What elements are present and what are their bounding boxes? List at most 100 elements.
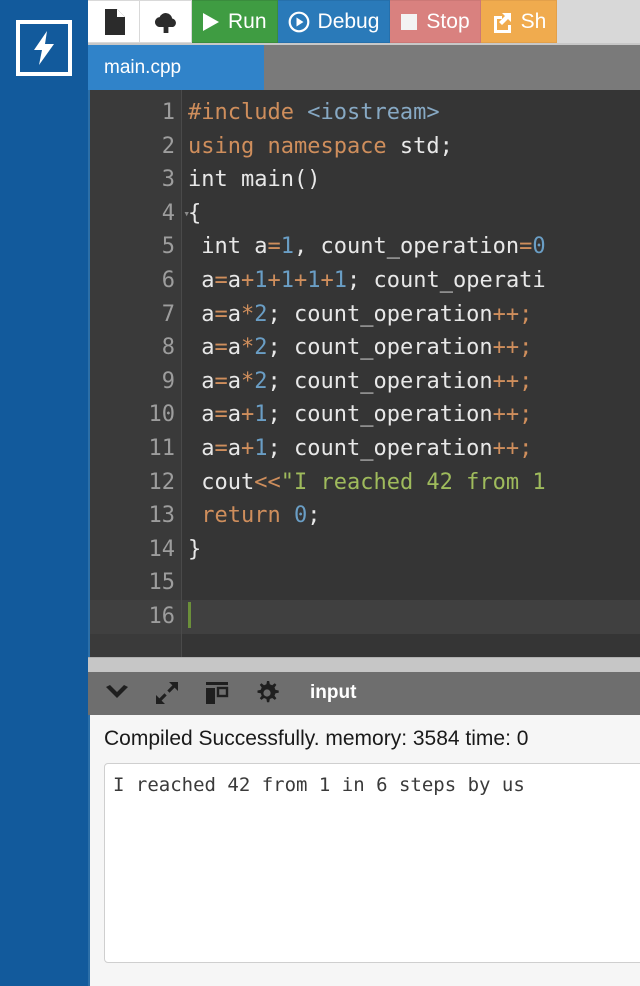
code-token: 0 — [293, 503, 308, 529]
code-token: "I reached 42 from 1 — [280, 469, 546, 495]
play-icon — [202, 12, 220, 32]
code-line: return 0; — [182, 499, 640, 533]
code-line: a=a*2; count_operation++; — [182, 298, 640, 332]
code-line: } — [182, 533, 640, 567]
code-token: 1 — [280, 267, 294, 293]
left-sidebar — [0, 0, 88, 986]
code-token: + — [241, 402, 255, 428]
onlinegdb-ide-window: Run Debug Stop Sh main.cpp 1 2 3 4 ▾ 5 6… — [0, 0, 640, 986]
code-token: = — [214, 301, 228, 327]
code-token: 1 — [333, 267, 347, 293]
code-line: a=a*2; count_operation++; — [182, 365, 640, 399]
code-line: a=a+1; count_operation++; — [182, 432, 640, 466]
stop-button[interactable]: Stop — [390, 0, 481, 43]
console-toolbar: input — [88, 671, 640, 715]
line-number-gutter: 1 2 3 4 ▾ 5 6 7 8 9 10 11 12 13 14 15 16 — [90, 90, 190, 657]
code-line: using namespace std; — [182, 130, 640, 164]
code-token: 1 — [254, 402, 268, 428]
line-number: 10 — [148, 402, 176, 428]
code-line: #include <iostream> — [182, 96, 640, 130]
code-line: a=a+1; count_operation++; — [182, 398, 640, 432]
code-token: ; count_operation — [267, 402, 493, 428]
code-token: a — [227, 435, 241, 461]
console-settings-button[interactable] — [242, 672, 292, 715]
code-token: return — [188, 503, 294, 529]
code-line: int a=1, count_operation=0 — [182, 230, 640, 264]
code-token: ; count_operation — [267, 435, 493, 461]
app-logo[interactable] — [16, 20, 72, 76]
code-token: a — [188, 267, 215, 293]
code-token: a — [188, 301, 215, 327]
code-token: + — [241, 435, 255, 461]
console-collapse-button[interactable] — [92, 672, 142, 715]
code-token: a — [188, 368, 215, 394]
code-token: ++; — [492, 335, 533, 361]
top-toolbar: Run Debug Stop Sh — [88, 0, 640, 43]
debug-button-label: Debug — [317, 10, 380, 33]
code-token: #include — [188, 100, 308, 125]
code-line: a=a*2; count_operation++; — [182, 331, 640, 365]
code-token: a — [188, 335, 215, 361]
console-panel: Compiled Successfully. memory: 3584 time… — [88, 714, 640, 986]
code-token: = — [214, 402, 228, 428]
code-token: 1 — [280, 234, 294, 260]
code-token: = — [214, 368, 228, 394]
code-token: ++; — [492, 435, 533, 461]
line-number: 12 — [148, 469, 176, 495]
code-area[interactable]: #include <iostream> using namespace std; i… — [182, 90, 640, 657]
line-number: 7 — [161, 301, 175, 327]
code-token: 1 — [307, 267, 321, 293]
upload-file-button[interactable] — [140, 0, 192, 43]
code-token: = — [267, 234, 281, 260]
code-token: a — [188, 402, 215, 428]
code-token: = — [214, 335, 228, 361]
line-number: 11 — [148, 435, 176, 461]
code-token: << — [254, 469, 281, 495]
code-token: 2 — [254, 368, 268, 394]
panel-splitter[interactable] — [88, 656, 640, 672]
code-token: ; count_operation — [267, 368, 493, 394]
gear-icon — [255, 681, 279, 705]
line-number: 5 — [161, 234, 175, 260]
tab-main-cpp[interactable]: main.cpp — [88, 45, 264, 90]
code-token: a — [188, 435, 215, 461]
program-output-box[interactable]: I reached 42 from 1 in 6 steps by us — [104, 762, 640, 963]
code-line: int main() — [182, 163, 640, 197]
console-layout-button[interactable] — [192, 672, 242, 715]
panel-layout-icon — [204, 681, 230, 705]
debug-circle-play-icon — [288, 11, 310, 33]
code-token: ++; — [492, 301, 533, 327]
code-token: a — [227, 335, 241, 361]
share-external-icon — [491, 11, 513, 33]
code-line: a=a+1+1+1+1; count_operati — [182, 264, 640, 298]
code-token: a — [227, 301, 241, 327]
line-number: 8 — [161, 335, 175, 361]
code-editor[interactable]: 1 2 3 4 ▾ 5 6 7 8 9 10 11 12 13 14 15 16 #include <iostr… — [88, 90, 640, 657]
code-token: 0 — [532, 234, 546, 260]
share-button[interactable]: Sh — [480, 0, 558, 43]
run-button-label: Run — [228, 10, 267, 33]
console-expand-button[interactable] — [142, 672, 192, 715]
text-caret — [188, 601, 191, 628]
stop-button-label: Stop — [426, 10, 470, 33]
code-token: * — [241, 335, 255, 361]
new-file-button[interactable] — [88, 0, 140, 43]
code-token: a — [227, 267, 241, 293]
editor-tabbar: main.cpp — [88, 43, 640, 90]
code-token: = — [519, 234, 533, 260]
program-output-text: I reached 42 from 1 in 6 steps by us — [113, 773, 525, 796]
code-line: { — [182, 197, 640, 231]
run-button[interactable]: Run — [192, 0, 278, 43]
code-token: + — [320, 267, 334, 293]
line-number: 1 — [161, 100, 175, 125]
code-token: 1 — [254, 435, 268, 461]
code-line — [182, 599, 640, 634]
code-token: 2 — [254, 301, 268, 327]
new-file-icon — [103, 8, 125, 35]
code-token: ++; — [492, 402, 533, 428]
code-token: <iostream> — [307, 100, 440, 125]
code-token: 2 — [254, 335, 268, 361]
debug-button[interactable]: Debug — [277, 0, 391, 43]
code-token: { — [188, 200, 202, 226]
